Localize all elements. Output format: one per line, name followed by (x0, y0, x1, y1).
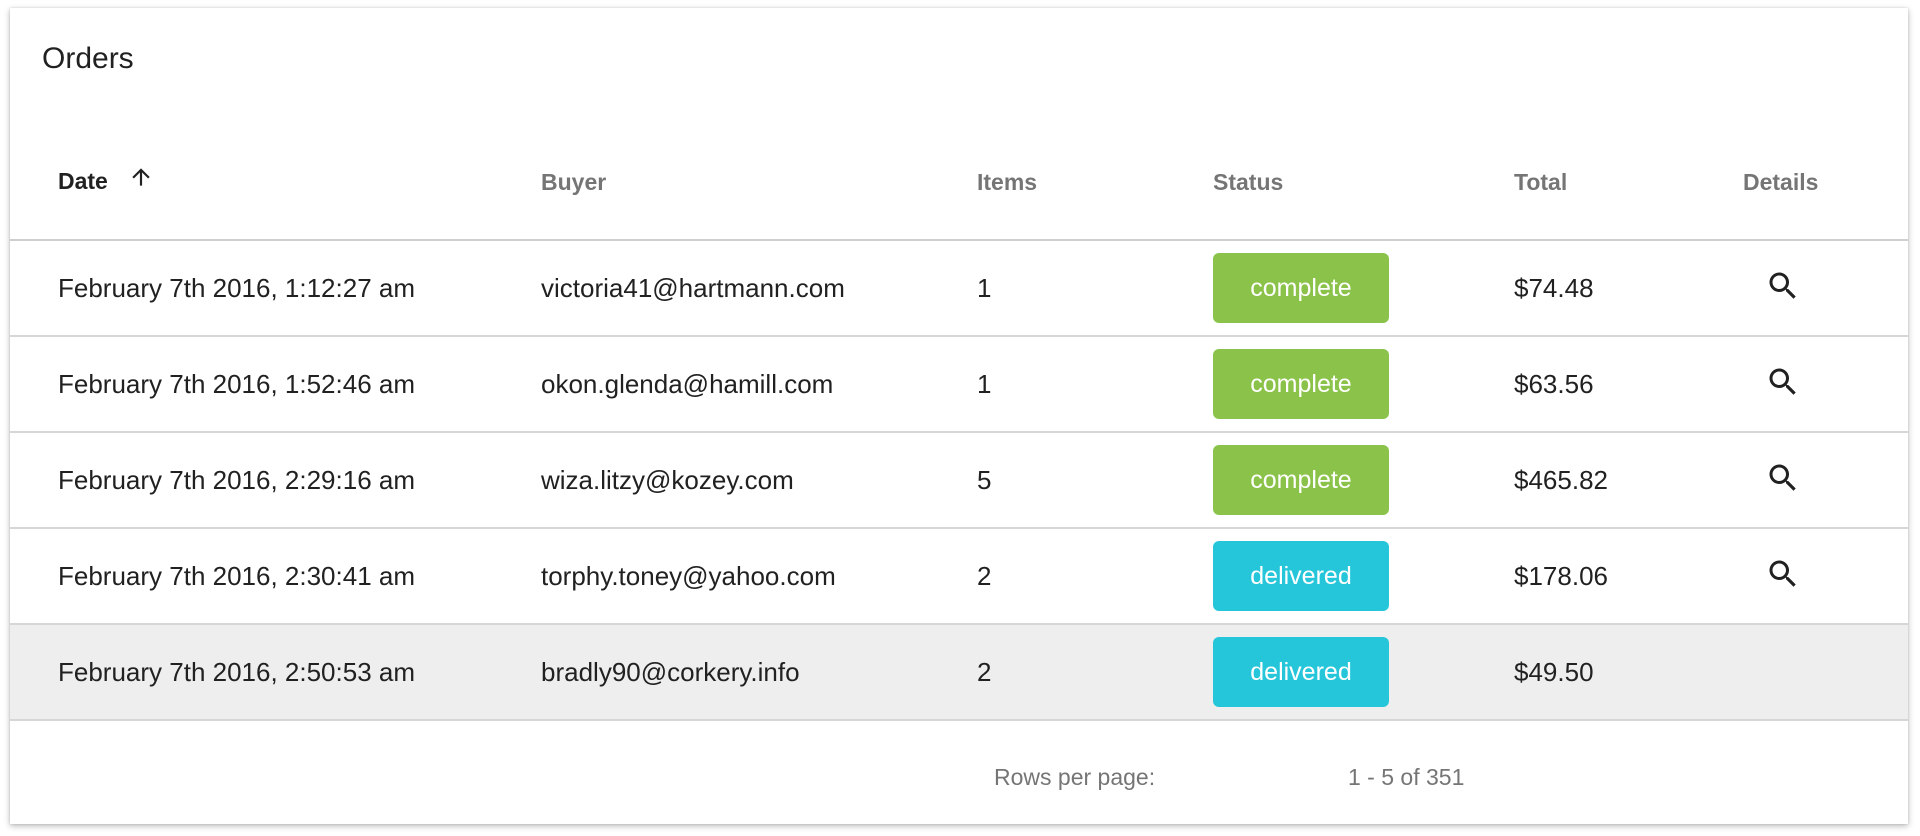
table-row[interactable]: February 7th 2016, 2:30:41 am torphy.ton… (10, 528, 1908, 625)
order-buyer: torphy.toney@yahoo.com (541, 528, 977, 625)
order-items: 1 (977, 240, 1213, 337)
order-details-cell (1743, 528, 1908, 625)
order-date: February 7th 2016, 2:29:16 am (10, 432, 541, 529)
order-buyer: okon.glenda@hamill.com (541, 336, 977, 433)
search-icon[interactable] (1763, 458, 1803, 498)
order-items: 1 (977, 336, 1213, 433)
column-header-label: Date (58, 167, 108, 194)
column-header-details: Details (1743, 126, 1908, 241)
table-row[interactable]: February 7th 2016, 1:52:46 am okon.glend… (10, 336, 1908, 433)
search-icon[interactable] (1763, 554, 1803, 594)
order-status-cell: delivered (1213, 528, 1514, 625)
column-header-date[interactable]: Date (10, 126, 541, 241)
status-badge: complete (1213, 349, 1389, 419)
order-buyer: wiza.litzy@kozey.com (541, 432, 977, 529)
order-total: $74.48 (1514, 240, 1743, 337)
column-header-total[interactable]: Total (1514, 126, 1743, 241)
orders-table: Date Buyer Items Status Total Details Fe… (10, 126, 1908, 721)
column-header-items[interactable]: Items (977, 126, 1213, 241)
rows-per-page-label: Rows per page: (994, 764, 1156, 790)
table-row[interactable]: February 7th 2016, 1:12:27 am victoria41… (10, 240, 1908, 337)
order-details-cell (1743, 624, 1908, 721)
order-date: February 7th 2016, 2:30:41 am (10, 528, 541, 625)
order-total: $63.56 (1514, 336, 1743, 433)
order-total: $178.06 (1514, 528, 1743, 625)
order-details-cell (1743, 240, 1908, 337)
pagination-range: 1 - 5 of 351 (1348, 764, 1465, 790)
order-buyer: bradly90@corkery.info (541, 624, 977, 721)
column-header-status[interactable]: Status (1213, 126, 1514, 241)
page-title: Orders (42, 42, 134, 75)
order-date: February 7th 2016, 1:52:46 am (10, 336, 541, 433)
order-total: $465.82 (1514, 432, 1743, 529)
order-details-cell (1743, 336, 1908, 433)
column-header-buyer[interactable]: Buyer (541, 126, 977, 241)
order-date: February 7th 2016, 2:50:53 am (10, 624, 541, 721)
order-buyer: victoria41@hartmann.com (541, 240, 977, 337)
order-status-cell: complete (1213, 336, 1514, 433)
table-row[interactable]: February 7th 2016, 2:29:16 am wiza.litzy… (10, 432, 1908, 529)
table-header-row: Date Buyer Items Status Total Details (10, 126, 1908, 241)
status-badge: complete (1213, 445, 1389, 515)
status-badge: delivered (1213, 541, 1389, 611)
arrow-up-icon (128, 164, 154, 196)
order-items: 2 (977, 624, 1213, 721)
order-status-cell: complete (1213, 240, 1514, 337)
order-items: 5 (977, 432, 1213, 529)
pagination-bar: Rows per page: 1 - 5 of 351 (10, 722, 1908, 822)
status-badge: complete (1213, 253, 1389, 323)
order-status-cell: delivered (1213, 624, 1514, 721)
order-date: February 7th 2016, 1:12:27 am (10, 240, 541, 337)
order-total: $49.50 (1514, 624, 1743, 721)
table-row[interactable]: February 7th 2016, 2:50:53 am bradly90@c… (10, 624, 1908, 721)
search-icon[interactable] (1763, 266, 1803, 306)
status-badge: delivered (1213, 637, 1389, 707)
orders-card: Orders Date Buyer Items Status Total Det… (10, 8, 1908, 824)
order-status-cell: complete (1213, 432, 1514, 529)
order-details-cell (1743, 432, 1908, 529)
search-icon[interactable] (1763, 362, 1803, 402)
order-items: 2 (977, 528, 1213, 625)
